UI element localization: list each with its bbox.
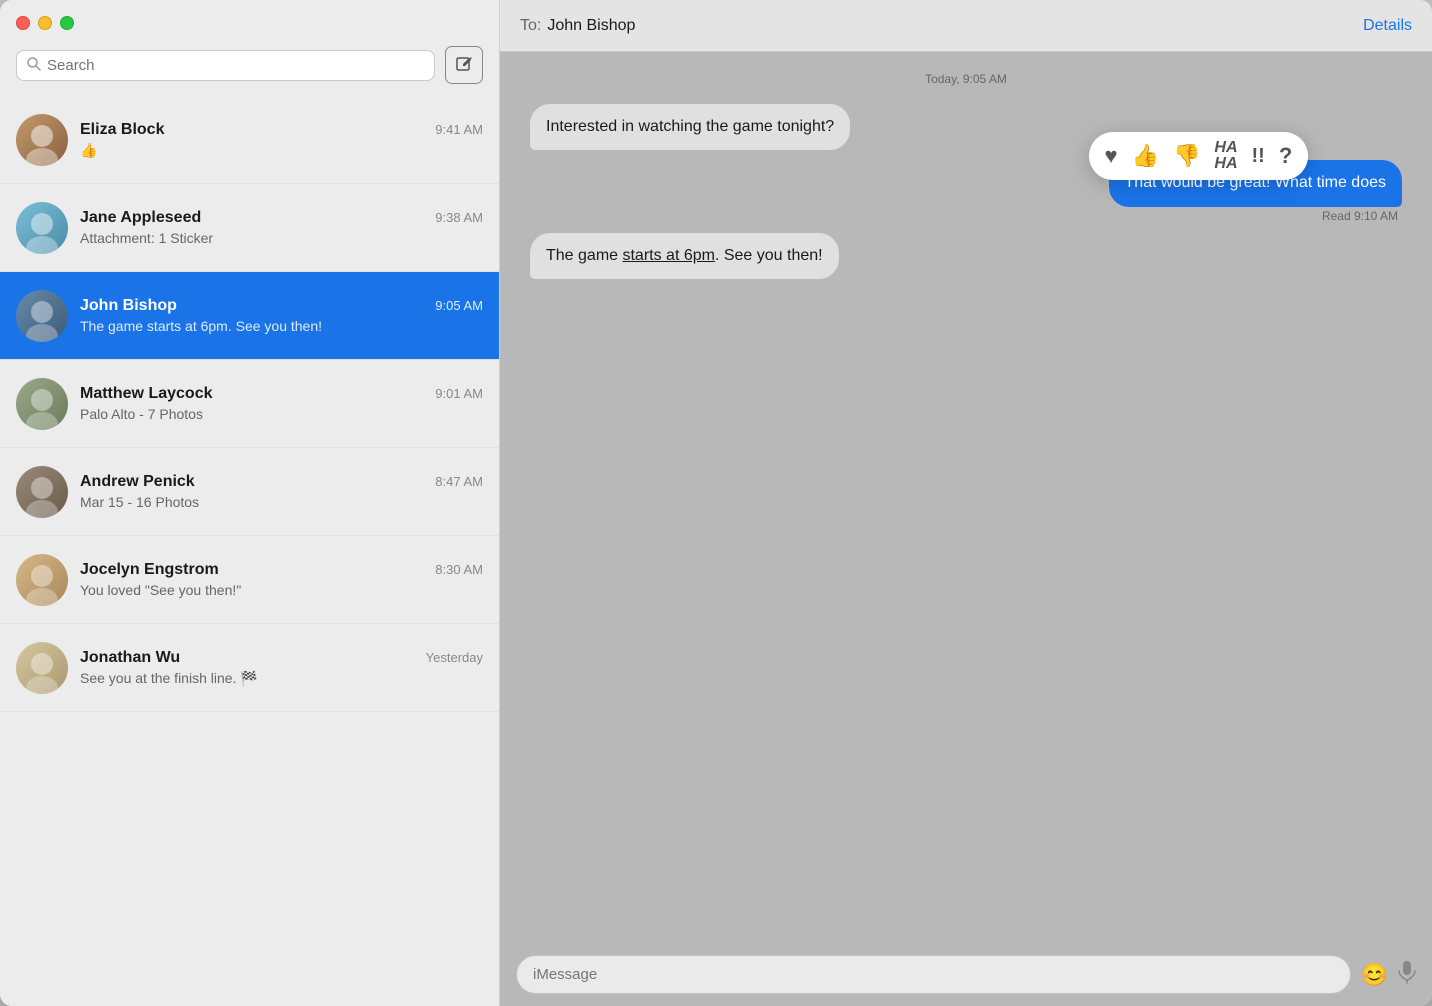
input-area: 😊 (500, 943, 1432, 1006)
tapback-heart[interactable]: ♥ (1105, 141, 1118, 172)
avatar-jane (16, 202, 68, 254)
conv-content-matthew: Matthew Laycock 9:01 AM Palo Alto - 7 Ph… (80, 385, 483, 422)
conv-header-jane: Jane Appleseed 9:38 AM (80, 209, 483, 227)
conv-time-jonathan: Yesterday (426, 650, 483, 665)
conv-preview-eliza: 👍 (80, 142, 483, 159)
conv-content-jonathan: Jonathan Wu Yesterday See you at the fin… (80, 649, 483, 687)
search-bar[interactable] (16, 50, 435, 81)
app-window: Eliza Block 9:41 AM 👍 (0, 0, 1432, 1006)
conv-content-andrew: Andrew Penick 8:47 AM Mar 15 - 16 Photos (80, 473, 483, 510)
conv-header-john: John Bishop 9:05 AM (80, 297, 483, 315)
conv-item-jane[interactable]: Jane Appleseed 9:38 AM Attachment: 1 Sti… (0, 184, 499, 272)
bubble-text-1: Interested in watching the game tonight? (546, 118, 834, 135)
search-icon (27, 57, 41, 74)
conv-name-matthew: Matthew Laycock (80, 385, 212, 403)
conv-header-matthew: Matthew Laycock 9:01 AM (80, 385, 483, 403)
bubble-1[interactable]: Interested in watching the game tonight? (530, 104, 850, 150)
conv-time-jocelyn: 8:30 AM (435, 562, 483, 577)
chat-header: To: John Bishop Details (500, 0, 1432, 52)
bubble-2[interactable]: That would be great! What time does ♥ 👍 … (1109, 160, 1402, 206)
main-layout: Eliza Block 9:41 AM 👍 (0, 0, 1432, 1006)
avatar-jocelyn (16, 554, 68, 606)
conv-header-jocelyn: Jocelyn Engstrom 8:30 AM (80, 561, 483, 579)
emoji-button[interactable]: 😊 (1361, 962, 1388, 988)
bubble-3[interactable]: The game starts at 6pm. See you then! (530, 233, 839, 279)
conv-content-jane: Jane Appleseed 9:38 AM Attachment: 1 Sti… (80, 209, 483, 246)
conv-item-andrew[interactable]: Andrew Penick 8:47 AM Mar 15 - 16 Photos (0, 448, 499, 536)
conv-name-jocelyn: Jocelyn Engstrom (80, 561, 219, 579)
avatar-matthew (16, 378, 68, 430)
conv-name-andrew: Andrew Penick (80, 473, 195, 491)
close-button[interactable] (16, 16, 30, 30)
conv-time-andrew: 8:47 AM (435, 474, 483, 489)
conv-content-john: John Bishop 9:05 AM The game starts at 6… (80, 297, 483, 334)
to-name: John Bishop (547, 17, 635, 35)
avatar-eliza (16, 114, 68, 166)
tapback-exclaim[interactable]: !! (1252, 142, 1265, 170)
conv-item-john[interactable]: John Bishop 9:05 AM The game starts at 6… (0, 272, 499, 360)
conv-name-jonathan: Jonathan Wu (80, 649, 180, 667)
avatar-john (16, 290, 68, 342)
conv-time-jane: 9:38 AM (435, 210, 483, 225)
tapback-question[interactable]: ? (1279, 141, 1292, 172)
conv-preview-matthew: Palo Alto - 7 Photos (80, 406, 483, 422)
conv-preview-jane: Attachment: 1 Sticker (80, 230, 483, 246)
avatar-andrew (16, 466, 68, 518)
conv-preview-andrew: Mar 15 - 16 Photos (80, 494, 483, 510)
chat-recipient: To: John Bishop (520, 17, 635, 35)
tapback-popup: ♥ 👍 👎 HAHA !! ? (1089, 132, 1309, 180)
conv-name-john: John Bishop (80, 297, 177, 315)
message-input[interactable] (516, 955, 1351, 994)
conv-header-andrew: Andrew Penick 8:47 AM (80, 473, 483, 491)
traffic-lights (16, 16, 74, 30)
tapback-haha[interactable]: HAHA (1214, 140, 1237, 172)
conv-name-jane: Jane Appleseed (80, 209, 201, 227)
conv-item-eliza[interactable]: Eliza Block 9:41 AM 👍 (0, 96, 499, 184)
conv-content-eliza: Eliza Block 9:41 AM 👍 (80, 121, 483, 159)
conv-preview-john: The game starts at 6pm. See you then! (80, 318, 483, 334)
bubble-text-3a: The game (546, 247, 622, 264)
message-row-2: That would be great! What time does ♥ 👍 … (530, 160, 1402, 222)
conv-time-eliza: 9:41 AM (435, 122, 483, 137)
chat-area: To: John Bishop Details Today, 9:05 AM I… (500, 0, 1432, 1006)
conv-content-jocelyn: Jocelyn Engstrom 8:30 AM You loved "See … (80, 561, 483, 598)
conv-header-jonathan: Jonathan Wu Yesterday (80, 649, 483, 667)
avatar-jonathan (16, 642, 68, 694)
conv-item-jonathan[interactable]: Jonathan Wu Yesterday See you at the fin… (0, 624, 499, 712)
bubble-text-3c: . See you then! (715, 247, 823, 264)
timestamp-label: Today, 9:05 AM (530, 72, 1402, 86)
conv-item-matthew[interactable]: Matthew Laycock 9:01 AM Palo Alto - 7 Ph… (0, 360, 499, 448)
mic-button[interactable] (1398, 960, 1416, 990)
conv-header-eliza: Eliza Block 9:41 AM (80, 121, 483, 139)
bubble-text-3b: starts at 6pm (622, 247, 714, 264)
tapback-thumbsup[interactable]: 👍 (1132, 141, 1159, 172)
messages-container: Today, 9:05 AM Interested in watching th… (500, 52, 1432, 943)
search-input[interactable] (47, 57, 424, 74)
sidebar: Eliza Block 9:41 AM 👍 (0, 0, 500, 1006)
conv-time-matthew: 9:01 AM (435, 386, 483, 401)
maximize-button[interactable] (60, 16, 74, 30)
conv-preview-jocelyn: You loved "See you then!" (80, 582, 483, 598)
sidebar-header (0, 0, 499, 96)
message-row-3: The game starts at 6pm. See you then! (530, 233, 1402, 279)
conv-item-jocelyn[interactable]: Jocelyn Engstrom 8:30 AM You loved "See … (0, 536, 499, 624)
details-button[interactable]: Details (1363, 17, 1412, 35)
conv-name-eliza: Eliza Block (80, 121, 164, 139)
read-label: Read 9:10 AM (1322, 209, 1398, 223)
conv-time-john: 9:05 AM (435, 298, 483, 313)
conversation-list: Eliza Block 9:41 AM 👍 (0, 96, 499, 1006)
conv-preview-jonathan: See you at the finish line. 🏁 (80, 670, 483, 687)
compose-button[interactable] (445, 46, 483, 84)
minimize-button[interactable] (38, 16, 52, 30)
tapback-thumbsdown[interactable]: 👎 (1173, 141, 1200, 172)
to-label: To: (520, 17, 541, 35)
